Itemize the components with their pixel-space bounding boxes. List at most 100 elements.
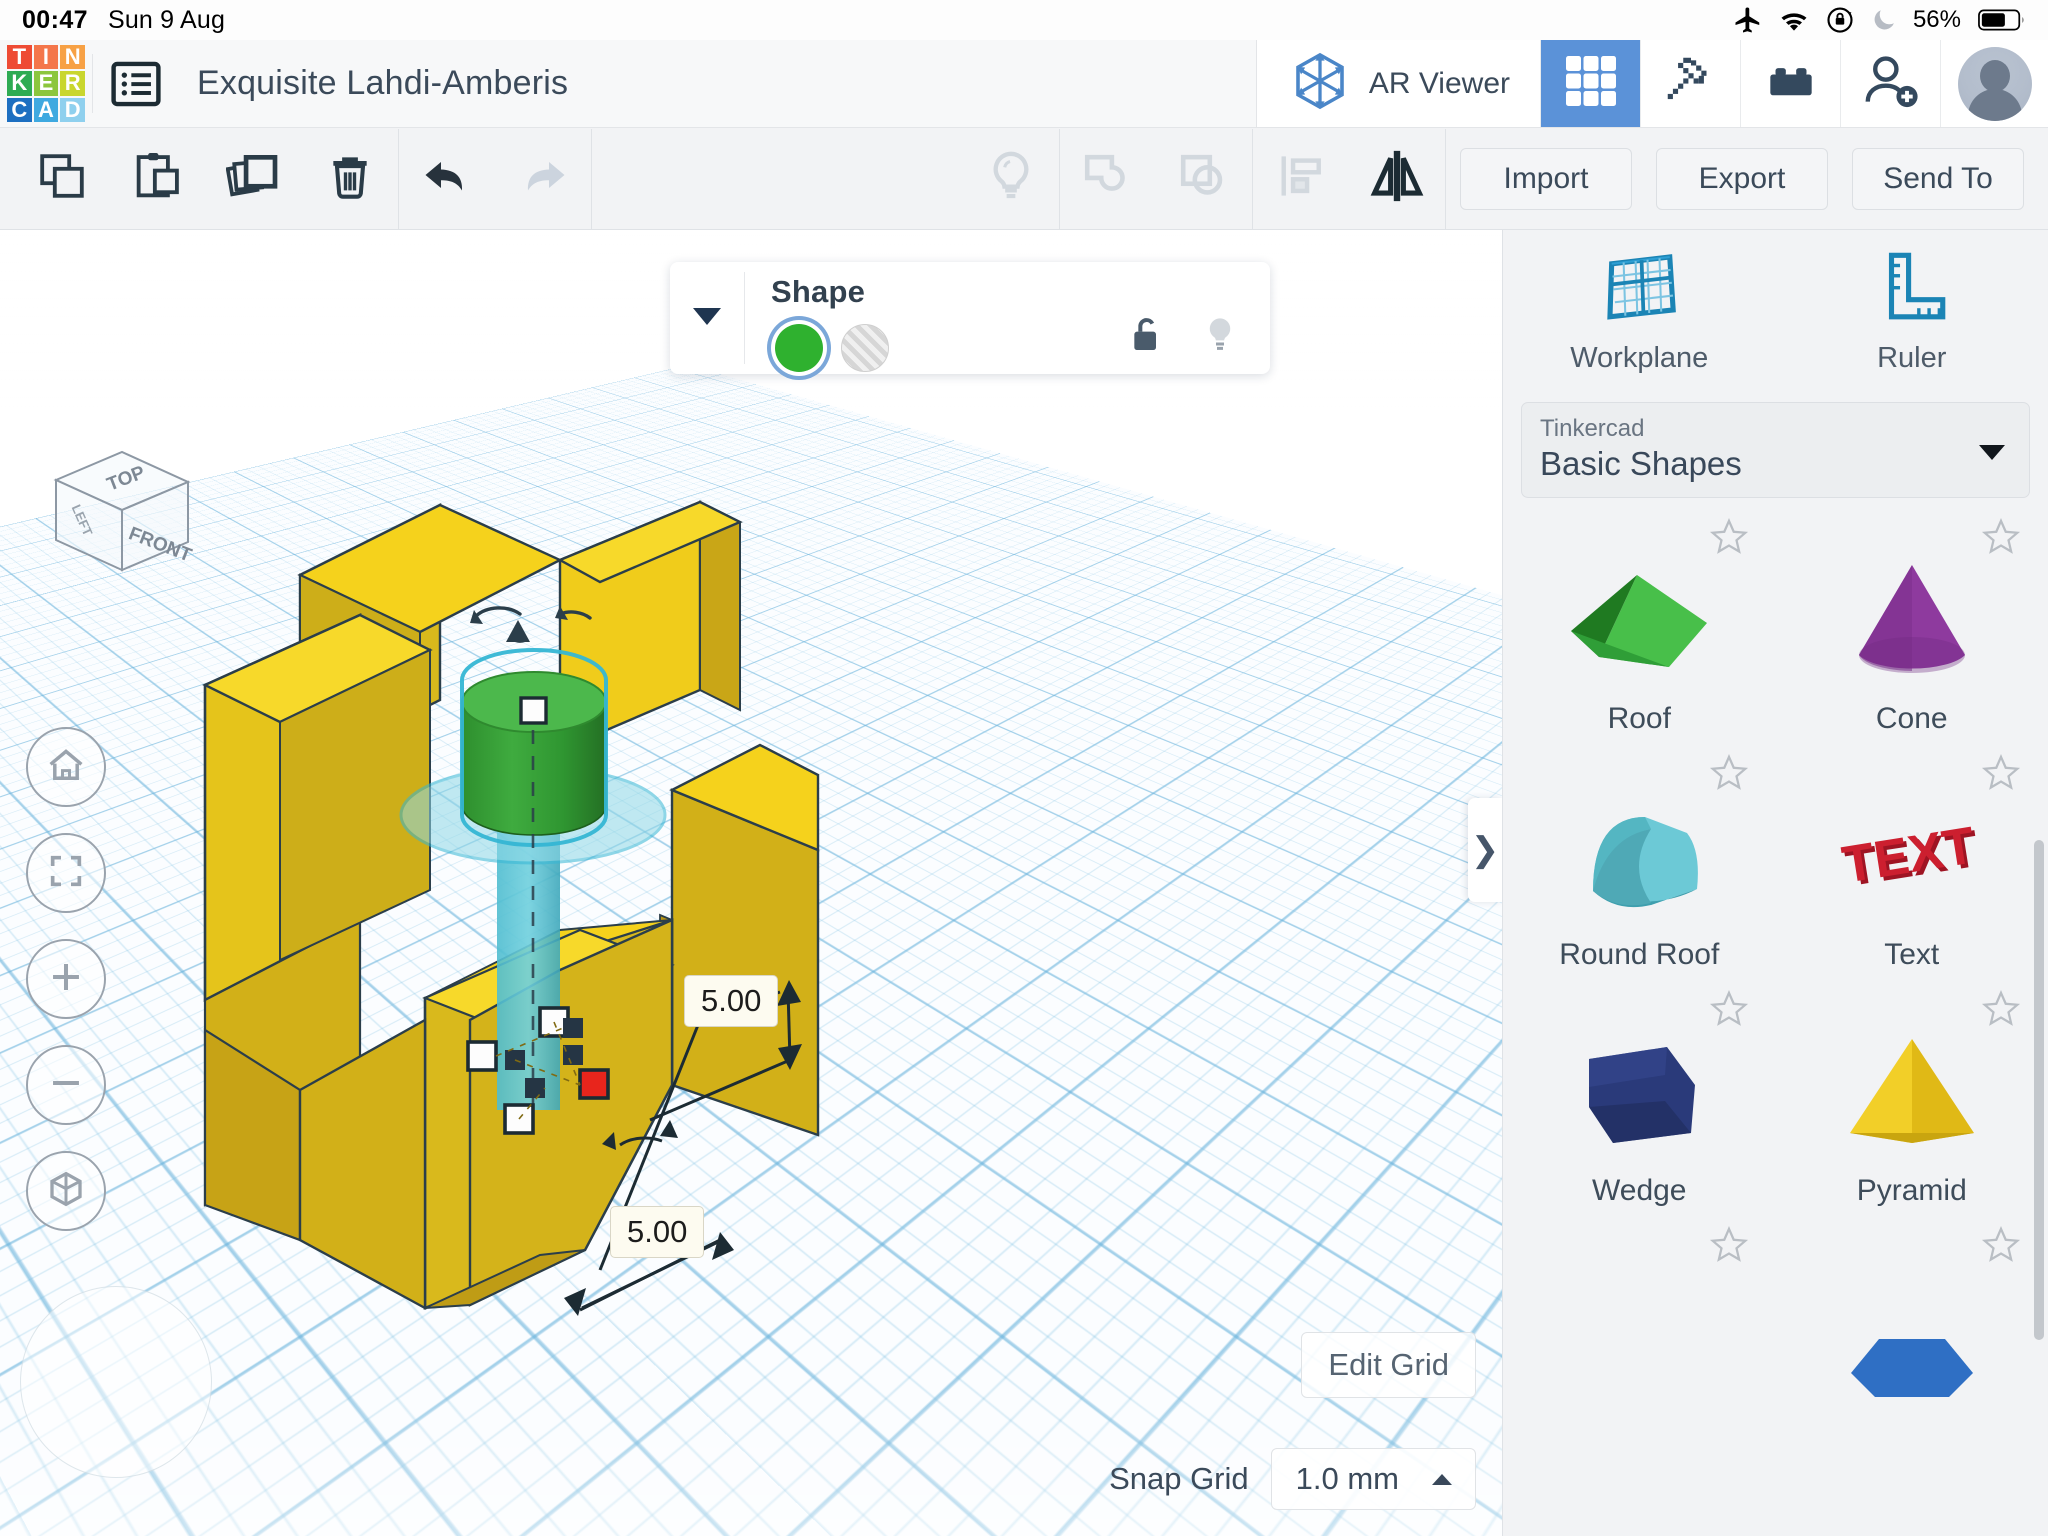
redo-button[interactable] <box>495 129 591 229</box>
solid-color-swatch[interactable] <box>775 324 823 372</box>
logo-tile-t: T <box>7 44 32 70</box>
snap-grid-row: Snap Grid 1.0 mm <box>1109 1448 1476 1510</box>
caret-up-icon <box>1429 1461 1455 1497</box>
shape-item-pyramid[interactable]: Pyramid <box>1776 986 2048 1222</box>
pyramid-shape-icon <box>1832 1014 1992 1174</box>
shape-row: Roof Cone <box>1503 514 2048 750</box>
logo-tile-r: R <box>60 71 85 96</box>
logo-tile-e: E <box>33 71 59 96</box>
shape-library-dropdown[interactable]: Tinkercad Basic Shapes <box>1521 402 2030 498</box>
undo-button[interactable] <box>399 129 495 229</box>
snap-grid-select[interactable]: 1.0 mm <box>1270 1448 1476 1510</box>
star-outline-icon[interactable] <box>1980 988 2022 1035</box>
group-button[interactable] <box>1060 129 1156 229</box>
avatar <box>1957 46 2032 121</box>
snap-grid-value: 1.0 mm <box>1295 1461 1399 1496</box>
shape-label: Roof <box>1607 702 1671 735</box>
shape-item-round-roof[interactable]: Round Roof <box>1503 750 1776 986</box>
battery-icon <box>1978 7 2026 33</box>
star-outline-icon[interactable] <box>1708 988 1750 1035</box>
status-bar-right: 56% <box>1733 5 2026 35</box>
shape-item-cone[interactable]: Cone <box>1776 514 2048 750</box>
model-geometry[interactable]: 5.00 5.00 <box>0 230 1502 1536</box>
hole-swatch[interactable] <box>841 324 889 372</box>
status-date: Sun 9 Aug <box>107 5 226 34</box>
status-time: 00:47 <box>22 5 88 34</box>
star-outline-icon[interactable] <box>1708 1224 1750 1271</box>
page-title[interactable]: Exquisite Lahdi-Amberis <box>179 40 568 127</box>
send-to-button[interactable]: Send To <box>1852 147 2024 210</box>
paste-icon <box>131 149 185 208</box>
export-button[interactable]: Export <box>1656 147 1828 210</box>
star-outline-icon[interactable] <box>1980 1224 2022 1271</box>
shape-inspector-panel: Shape <box>670 262 1270 374</box>
import-button[interactable]: Import <box>1460 147 1632 210</box>
ruler-tool[interactable]: Ruler <box>1776 230 2048 390</box>
shape-panel-collapse-button[interactable] <box>670 262 744 374</box>
trash-icon <box>323 149 377 208</box>
ruler-tool-label: Ruler <box>1877 342 1947 374</box>
duplicate-icon <box>225 148 282 209</box>
shape-label: Cone <box>1875 702 1948 735</box>
shape-item-wedge[interactable]: Wedge <box>1503 986 1776 1222</box>
list-menu-icon[interactable] <box>93 40 179 127</box>
snap-grid-label: Snap Grid <box>1109 1461 1249 1496</box>
shape-item-partial-left[interactable] <box>1503 1222 1776 1458</box>
delete-button[interactable] <box>302 129 398 229</box>
star-outline-icon[interactable] <box>1708 516 1750 563</box>
ruler-icon <box>1871 245 1953 332</box>
lego-button[interactable] <box>1740 40 1840 127</box>
shape-item-partial-right[interactable] <box>1776 1222 2048 1458</box>
shape-row <box>1503 1222 2048 1458</box>
header-spacer <box>568 40 1256 127</box>
edit-grid-button[interactable]: Edit Grid <box>1301 1332 1476 1398</box>
logo-tile-d: D <box>60 97 85 123</box>
tinkercad-logo[interactable]: T I N K E R C A D <box>0 40 92 127</box>
ar-viewer-button[interactable]: AR Viewer <box>1255 40 1540 127</box>
sidebar-scrollbar[interactable] <box>2034 840 2044 1340</box>
battery-percent: 56% <box>1912 6 1961 33</box>
ar-cube-icon <box>1287 48 1353 119</box>
blocks-grid-button[interactable] <box>1540 40 1640 127</box>
ar-viewer-label: AR Viewer <box>1368 66 1510 100</box>
toolbar-sep-2 <box>591 128 592 229</box>
shape-item-text[interactable]: TEXT TEXT Text <box>1776 750 2048 986</box>
toolbar-sep-5 <box>1445 128 1446 229</box>
panel-expand-handle[interactable]: ❯ <box>1468 798 1502 902</box>
shape-item-roof[interactable]: Roof <box>1503 514 1776 750</box>
mirror-button[interactable] <box>1349 129 1445 229</box>
svg-text:TEXT: TEXT <box>1838 816 1979 894</box>
light-button[interactable] <box>963 129 1059 229</box>
duplicate-button[interactable] <box>206 129 302 229</box>
lightbulb-icon[interactable] <box>1200 312 1240 363</box>
airplane-mode-icon <box>1733 5 1763 35</box>
copy-button[interactable] <box>14 129 110 229</box>
pickaxe-icon <box>1660 50 1722 117</box>
ungroup-button[interactable] <box>1156 129 1252 229</box>
shape-label: Text <box>1884 938 1940 971</box>
star-outline-icon[interactable] <box>1980 752 2022 799</box>
undo-arrow-icon <box>417 146 477 211</box>
mirror-flip-icon <box>1365 144 1429 213</box>
add-person-icon <box>1860 50 1922 117</box>
dimension-label-width[interactable]: 5.00 <box>610 1206 705 1258</box>
align-button[interactable] <box>1253 129 1349 229</box>
redo-arrow-icon <box>513 146 573 211</box>
paste-button[interactable] <box>110 129 206 229</box>
star-outline-icon[interactable] <box>1708 752 1750 799</box>
star-outline-icon[interactable] <box>1980 516 2022 563</box>
tinkercad-app: 00:47 Sun 9 Aug 56% T I N K E R C A D Ex… <box>0 0 2048 1536</box>
3d-viewport[interactable]: TOP FRONT LEFT 5.00 5.00 Shape ❯ Edit Gr… <box>0 230 1502 1536</box>
logo-tile-c: C <box>7 97 32 123</box>
invite-button[interactable] <box>1840 40 1940 127</box>
edit-toolbar: Import Export Send To <box>0 128 2048 230</box>
dimension-label-height[interactable]: 5.00 <box>684 975 779 1027</box>
copy-icon <box>35 149 89 208</box>
minecraft-button[interactable] <box>1640 40 1740 127</box>
unlock-icon[interactable] <box>1126 313 1166 362</box>
tinkercad-logo-grid: T I N K E R C A D <box>7 44 85 123</box>
account-button[interactable] <box>1940 40 2048 127</box>
shape-label: Round Roof <box>1559 938 1720 971</box>
status-bar-left: 00:47 Sun 9 Aug <box>22 6 225 35</box>
workplane-tool[interactable]: Workplane <box>1503 230 1776 390</box>
